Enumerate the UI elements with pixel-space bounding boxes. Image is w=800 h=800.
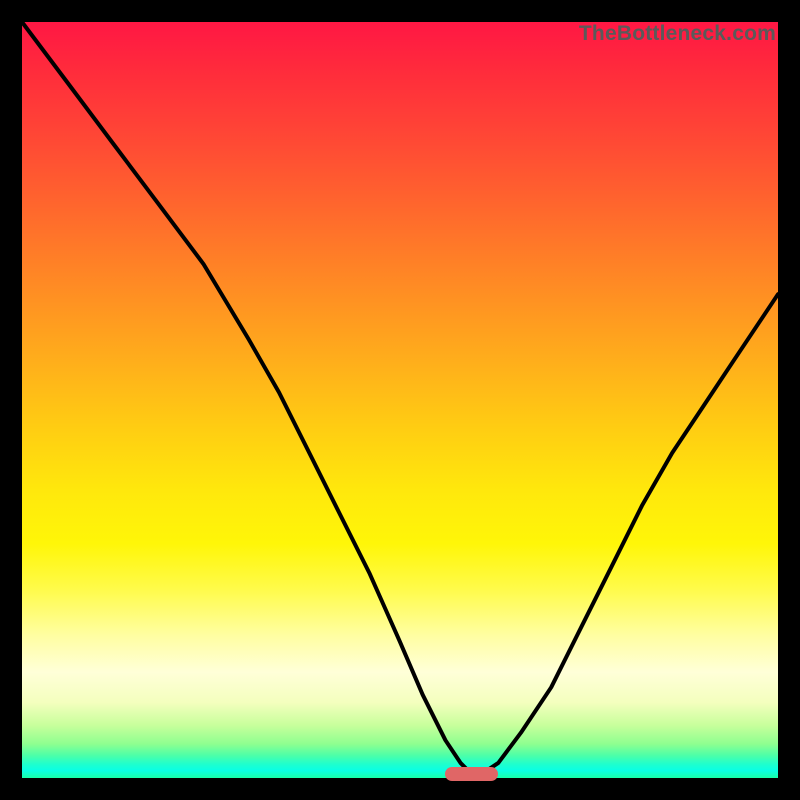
bottleneck-curve <box>22 22 778 778</box>
optimal-marker <box>445 767 498 781</box>
chart-frame: TheBottleneck.com <box>0 0 800 800</box>
plot-area: TheBottleneck.com <box>22 22 778 778</box>
